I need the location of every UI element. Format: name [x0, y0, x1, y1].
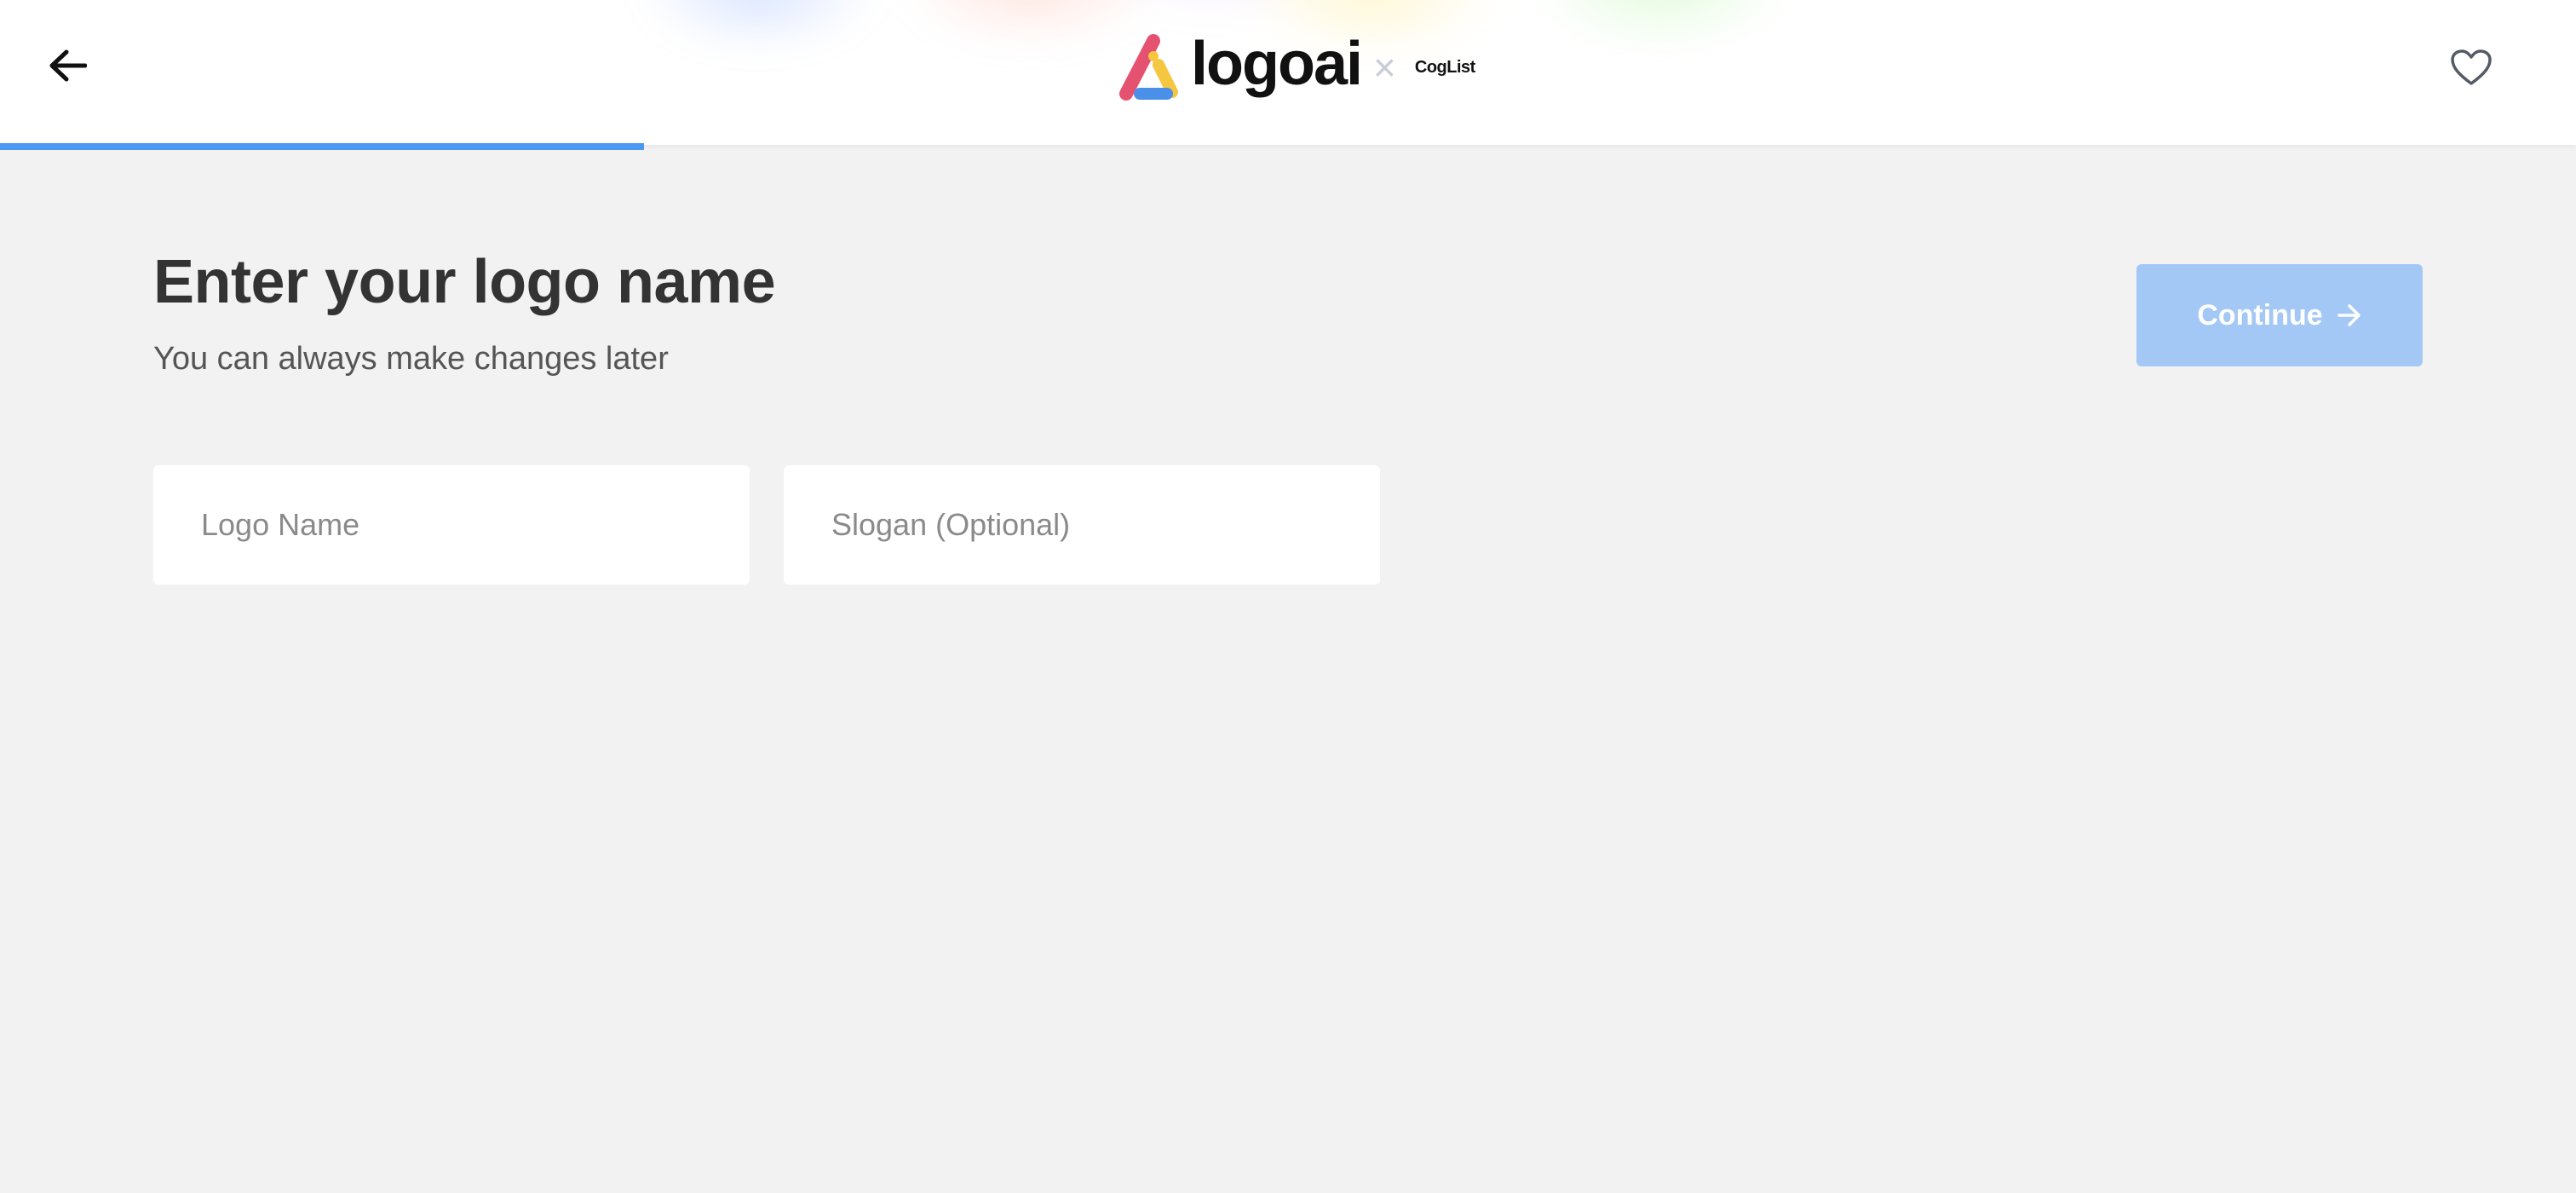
- top-bar: logoai × CogList: [0, 0, 2576, 145]
- slogan-input[interactable]: [784, 465, 1380, 585]
- arrow-right-icon: [2337, 304, 2360, 326]
- heart-outline-icon: [2451, 49, 2492, 85]
- page-subtitle: You can always make changes later: [153, 341, 669, 377]
- logoai-mark-icon: [1119, 34, 1178, 101]
- brand-logo[interactable]: logoai × CogList: [1114, 29, 1475, 106]
- arrow-left-icon: [49, 49, 87, 82]
- page-title: Enter your logo name: [153, 248, 776, 316]
- continue-button-label: Continue: [2197, 298, 2323, 331]
- back-button[interactable]: [39, 37, 95, 94]
- partner-name: CogList: [1414, 57, 1475, 77]
- continue-button[interactable]: Continue: [2136, 264, 2423, 366]
- progress-bar-fill: [0, 143, 644, 150]
- brand-separator: ×: [1373, 45, 1396, 89]
- progress-bar: [0, 143, 2576, 150]
- favorites-button[interactable]: [2443, 39, 2499, 95]
- logo-name-input[interactable]: [153, 465, 750, 585]
- brand-name: logoai: [1191, 30, 1363, 98]
